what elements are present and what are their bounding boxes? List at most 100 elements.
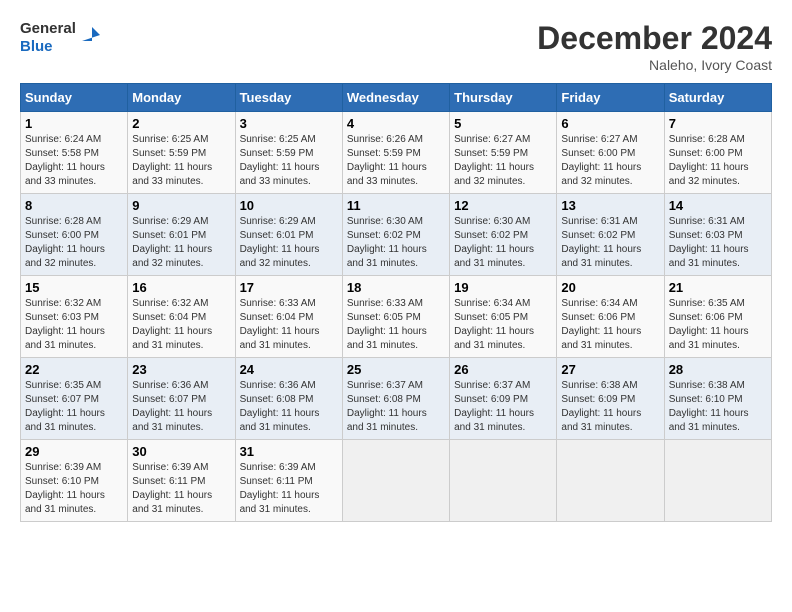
calendar-table: SundayMondayTuesdayWednesdayThursdayFrid… (20, 83, 772, 522)
calendar-cell: 1 Sunrise: 6:24 AM Sunset: 5:58 PM Dayli… (21, 112, 128, 194)
day-number: 16 (132, 280, 230, 295)
day-number: 24 (240, 362, 338, 377)
day-info: Sunrise: 6:26 AM Sunset: 5:59 PM Dayligh… (347, 133, 445, 189)
day-number: 8 (25, 198, 123, 213)
day-number: 26 (454, 362, 552, 377)
calendar-cell: 12 Sunrise: 6:30 AM Sunset: 6:02 PM Dayl… (450, 194, 557, 276)
day-number: 2 (132, 116, 230, 131)
calendar-cell: 25 Sunrise: 6:37 AM Sunset: 6:08 PM Dayl… (342, 358, 449, 440)
day-number: 18 (347, 280, 445, 295)
day-info: Sunrise: 6:25 AM Sunset: 5:59 PM Dayligh… (240, 133, 338, 189)
day-number: 22 (25, 362, 123, 377)
day-info: Sunrise: 6:33 AM Sunset: 6:05 PM Dayligh… (347, 297, 445, 353)
day-info: Sunrise: 6:39 AM Sunset: 6:10 PM Dayligh… (25, 461, 123, 517)
calendar-cell: 11 Sunrise: 6:30 AM Sunset: 6:02 PM Dayl… (342, 194, 449, 276)
day-info: Sunrise: 6:31 AM Sunset: 6:03 PM Dayligh… (669, 215, 767, 271)
calendar-cell: 23 Sunrise: 6:36 AM Sunset: 6:07 PM Dayl… (128, 358, 235, 440)
calendar-cell: 14 Sunrise: 6:31 AM Sunset: 6:03 PM Dayl… (664, 194, 771, 276)
day-number: 4 (347, 116, 445, 131)
week-row-5: 29 Sunrise: 6:39 AM Sunset: 6:10 PM Dayl… (21, 440, 772, 522)
day-info: Sunrise: 6:34 AM Sunset: 6:06 PM Dayligh… (561, 297, 659, 353)
calendar-cell: 29 Sunrise: 6:39 AM Sunset: 6:10 PM Dayl… (21, 440, 128, 522)
day-info: Sunrise: 6:35 AM Sunset: 6:06 PM Dayligh… (669, 297, 767, 353)
calendar-cell: 16 Sunrise: 6:32 AM Sunset: 6:04 PM Dayl… (128, 276, 235, 358)
day-info: Sunrise: 6:37 AM Sunset: 6:08 PM Dayligh… (347, 379, 445, 435)
calendar-cell: 31 Sunrise: 6:39 AM Sunset: 6:11 PM Dayl… (235, 440, 342, 522)
calendar-cell: 4 Sunrise: 6:26 AM Sunset: 5:59 PM Dayli… (342, 112, 449, 194)
day-number: 30 (132, 444, 230, 459)
day-number: 14 (669, 198, 767, 213)
calendar-cell: 27 Sunrise: 6:38 AM Sunset: 6:09 PM Dayl… (557, 358, 664, 440)
day-info: Sunrise: 6:29 AM Sunset: 6:01 PM Dayligh… (132, 215, 230, 271)
day-info: Sunrise: 6:33 AM Sunset: 6:04 PM Dayligh… (240, 297, 338, 353)
calendar-cell: 15 Sunrise: 6:32 AM Sunset: 6:03 PM Dayl… (21, 276, 128, 358)
weekday-header-monday: Monday (128, 84, 235, 112)
calendar-cell: 7 Sunrise: 6:28 AM Sunset: 6:00 PM Dayli… (664, 112, 771, 194)
day-info: Sunrise: 6:28 AM Sunset: 6:00 PM Dayligh… (669, 133, 767, 189)
day-info: Sunrise: 6:32 AM Sunset: 6:03 PM Dayligh… (25, 297, 123, 353)
calendar-cell: 17 Sunrise: 6:33 AM Sunset: 6:04 PM Dayl… (235, 276, 342, 358)
day-info: Sunrise: 6:24 AM Sunset: 5:58 PM Dayligh… (25, 133, 123, 189)
calendar-cell: 3 Sunrise: 6:25 AM Sunset: 5:59 PM Dayli… (235, 112, 342, 194)
day-info: Sunrise: 6:30 AM Sunset: 6:02 PM Dayligh… (347, 215, 445, 271)
day-info: Sunrise: 6:38 AM Sunset: 6:10 PM Dayligh… (669, 379, 767, 435)
calendar-cell: 6 Sunrise: 6:27 AM Sunset: 6:00 PM Dayli… (557, 112, 664, 194)
day-number: 11 (347, 198, 445, 213)
calendar-cell: 20 Sunrise: 6:34 AM Sunset: 6:06 PM Dayl… (557, 276, 664, 358)
day-info: Sunrise: 6:38 AM Sunset: 6:09 PM Dayligh… (561, 379, 659, 435)
weekday-header-row: SundayMondayTuesdayWednesdayThursdayFrid… (21, 84, 772, 112)
logo: General Blue (20, 20, 100, 56)
calendar-cell: 21 Sunrise: 6:35 AM Sunset: 6:06 PM Dayl… (664, 276, 771, 358)
location: Naleho, Ivory Coast (537, 57, 772, 73)
calendar-cell (342, 440, 449, 522)
week-row-2: 8 Sunrise: 6:28 AM Sunset: 6:00 PM Dayli… (21, 194, 772, 276)
day-info: Sunrise: 6:32 AM Sunset: 6:04 PM Dayligh… (132, 297, 230, 353)
day-number: 27 (561, 362, 659, 377)
day-number: 19 (454, 280, 552, 295)
weekday-header-wednesday: Wednesday (342, 84, 449, 112)
day-info: Sunrise: 6:28 AM Sunset: 6:00 PM Dayligh… (25, 215, 123, 271)
logo-chevron-icon (78, 23, 100, 45)
day-info: Sunrise: 6:36 AM Sunset: 6:07 PM Dayligh… (132, 379, 230, 435)
day-number: 3 (240, 116, 338, 131)
day-info: Sunrise: 6:37 AM Sunset: 6:09 PM Dayligh… (454, 379, 552, 435)
day-number: 29 (25, 444, 123, 459)
week-row-3: 15 Sunrise: 6:32 AM Sunset: 6:03 PM Dayl… (21, 276, 772, 358)
day-number: 6 (561, 116, 659, 131)
calendar-cell (664, 440, 771, 522)
week-row-4: 22 Sunrise: 6:35 AM Sunset: 6:07 PM Dayl… (21, 358, 772, 440)
calendar-cell: 8 Sunrise: 6:28 AM Sunset: 6:00 PM Dayli… (21, 194, 128, 276)
month-title: December 2024 (537, 20, 772, 57)
day-number: 21 (669, 280, 767, 295)
calendar-cell: 18 Sunrise: 6:33 AM Sunset: 6:05 PM Dayl… (342, 276, 449, 358)
calendar-cell (450, 440, 557, 522)
weekday-header-friday: Friday (557, 84, 664, 112)
calendar-cell: 24 Sunrise: 6:36 AM Sunset: 6:08 PM Dayl… (235, 358, 342, 440)
day-info: Sunrise: 6:27 AM Sunset: 5:59 PM Dayligh… (454, 133, 552, 189)
day-number: 31 (240, 444, 338, 459)
calendar-cell (557, 440, 664, 522)
logo-graphic: General Blue (20, 20, 100, 56)
weekday-header-thursday: Thursday (450, 84, 557, 112)
day-info: Sunrise: 6:36 AM Sunset: 6:08 PM Dayligh… (240, 379, 338, 435)
day-number: 10 (240, 198, 338, 213)
day-info: Sunrise: 6:25 AM Sunset: 5:59 PM Dayligh… (132, 133, 230, 189)
day-info: Sunrise: 6:39 AM Sunset: 6:11 PM Dayligh… (240, 461, 338, 517)
calendar-cell: 9 Sunrise: 6:29 AM Sunset: 6:01 PM Dayli… (128, 194, 235, 276)
calendar-cell: 5 Sunrise: 6:27 AM Sunset: 5:59 PM Dayli… (450, 112, 557, 194)
day-number: 25 (347, 362, 445, 377)
day-number: 9 (132, 198, 230, 213)
weekday-header-sunday: Sunday (21, 84, 128, 112)
day-number: 23 (132, 362, 230, 377)
calendar-cell: 30 Sunrise: 6:39 AM Sunset: 6:11 PM Dayl… (128, 440, 235, 522)
calendar-cell: 19 Sunrise: 6:34 AM Sunset: 6:05 PM Dayl… (450, 276, 557, 358)
day-number: 12 (454, 198, 552, 213)
day-info: Sunrise: 6:31 AM Sunset: 6:02 PM Dayligh… (561, 215, 659, 271)
calendar-cell: 26 Sunrise: 6:37 AM Sunset: 6:09 PM Dayl… (450, 358, 557, 440)
weekday-header-tuesday: Tuesday (235, 84, 342, 112)
day-number: 28 (669, 362, 767, 377)
day-info: Sunrise: 6:30 AM Sunset: 6:02 PM Dayligh… (454, 215, 552, 271)
page-header: General Blue December 2024 Naleho, Ivory… (20, 20, 772, 73)
calendar-cell: 10 Sunrise: 6:29 AM Sunset: 6:01 PM Dayl… (235, 194, 342, 276)
day-number: 1 (25, 116, 123, 131)
